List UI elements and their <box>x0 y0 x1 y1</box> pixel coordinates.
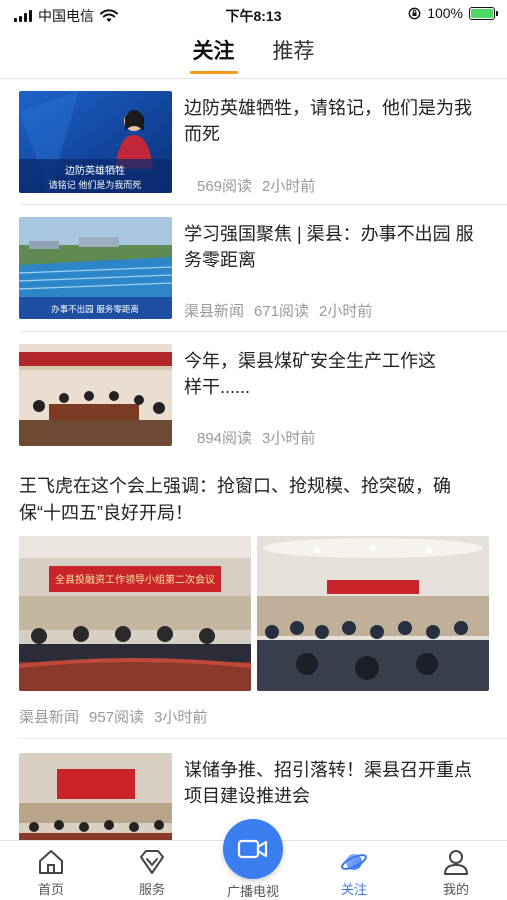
news-item[interactable]: 今年，渠县煤矿安全生产工作这样干...... 894阅读 3小时前 <box>0 332 507 457</box>
thumb-caption-1: 边防英雄牺牲 <box>65 164 125 177</box>
status-right: 100% <box>408 5 498 21</box>
bottom-nav: 首页 服务 广播电视 关注 我的 <box>0 819 507 900</box>
publish-time: 3小时前 <box>154 709 208 726</box>
news-meta: 渠县新闻 957阅读 3小时前 <box>19 706 207 727</box>
publish-time: 3小时前 <box>262 430 316 447</box>
read-count: 569阅读 <box>197 178 253 195</box>
source: 渠县新闻 <box>19 709 80 726</box>
news-title[interactable]: 王飞虎在这个会上强调：抢窗口、抢规模、抢突破，确保“十四五”良好开局！ <box>19 473 489 527</box>
gallery-image-2[interactable] <box>257 536 489 691</box>
news-thumbnail: 边防英雄牺牲 请铭记 他们是为我而死 <box>19 91 172 193</box>
tab-following[interactable]: 关注 <box>189 36 238 78</box>
news-title[interactable]: 谋储争推、招引落转！渠县召开重点项目建设推进会 <box>184 757 487 809</box>
gallery-image-1[interactable]: 全县投融资工作领导小组第二次会议 <box>19 536 251 691</box>
news-thumbnail <box>19 753 172 840</box>
status-bar: 中国电信 下午8:13 100% <box>0 0 507 30</box>
thumb-caption-2: 请铭记 他们是为我而死 <box>49 179 142 191</box>
news-title[interactable]: 边防英雄牺牲，请铭记，他们是为我而死 <box>184 95 487 147</box>
news-meta: 渠县新闻 671阅读 2小时前 <box>184 300 372 321</box>
broadcast-tv-button[interactable] <box>223 819 283 879</box>
nav-profile[interactable]: 我的 <box>416 847 496 898</box>
battery-icon <box>469 6 498 20</box>
read-count: 894阅读 <box>197 430 253 447</box>
nav-home-label: 首页 <box>37 882 64 897</box>
nav-home[interactable]: 首页 <box>11 847 91 898</box>
read-count: 671阅读 <box>254 303 310 320</box>
publish-time: 2小时前 <box>319 303 373 320</box>
news-title[interactable]: 今年，渠县煤矿安全生产工作这样干...... <box>184 348 447 400</box>
tab-recommended[interactable]: 推荐 <box>273 36 315 78</box>
news-title[interactable]: 学习强国聚焦 | 渠县：办事不出园 服务零距离 <box>184 221 487 273</box>
news-feed[interactable]: 边防英雄牺牲 请铭记 他们是为我而死 边防英雄牺牲，请铭记，他们是为我而死 56… <box>0 79 507 840</box>
read-count: 957阅读 <box>89 709 145 726</box>
diamond-icon <box>140 850 164 874</box>
person-icon <box>444 850 468 875</box>
meeting-banner-text: 全县投融资工作领导小组第二次会议 <box>55 573 215 586</box>
orientation-lock-icon <box>408 7 421 19</box>
news-thumbnail: 办事不出园 服务零距离 <box>19 217 172 319</box>
news-item[interactable]: 边防英雄牺牲 请铭记 他们是为我而死 边防英雄牺牲，请铭记，他们是为我而死 56… <box>0 79 507 205</box>
news-meta: 894阅读 3小时前 <box>197 427 315 448</box>
source: 渠县新闻 <box>184 303 245 320</box>
nav-broadcast-label[interactable]: 广播电视 <box>213 881 293 900</box>
video-camera-icon <box>237 839 268 859</box>
thumb-caption: 办事不出园 服务零距离 <box>51 304 139 315</box>
news-item[interactable]: 办事不出园 服务零距离 学习强国聚焦 | 渠县：办事不出园 服务零距离 渠县新闻… <box>0 205 507 332</box>
nav-following-label: 关注 <box>340 882 367 897</box>
nav-following[interactable]: 关注 <box>314 847 394 898</box>
planet-icon <box>341 854 367 870</box>
news-item-gallery[interactable]: 王飞虎在这个会上强调：抢窗口、抢规模、抢突破，确保“十四五”良好开局！ 全县投融… <box>0 457 507 739</box>
nav-service[interactable]: 服务 <box>112 847 192 898</box>
home-icon <box>39 850 63 874</box>
publish-time: 2小时前 <box>262 178 316 195</box>
top-tabs: 关注 推荐 <box>0 36 507 78</box>
news-meta: 569阅读 2小时前 <box>197 175 315 196</box>
battery-fill <box>471 8 493 18</box>
nav-profile-label: 我的 <box>442 882 469 897</box>
battery-percent: 100% <box>427 5 463 21</box>
news-thumbnail <box>19 344 172 446</box>
nav-service-label: 服务 <box>138 882 165 897</box>
